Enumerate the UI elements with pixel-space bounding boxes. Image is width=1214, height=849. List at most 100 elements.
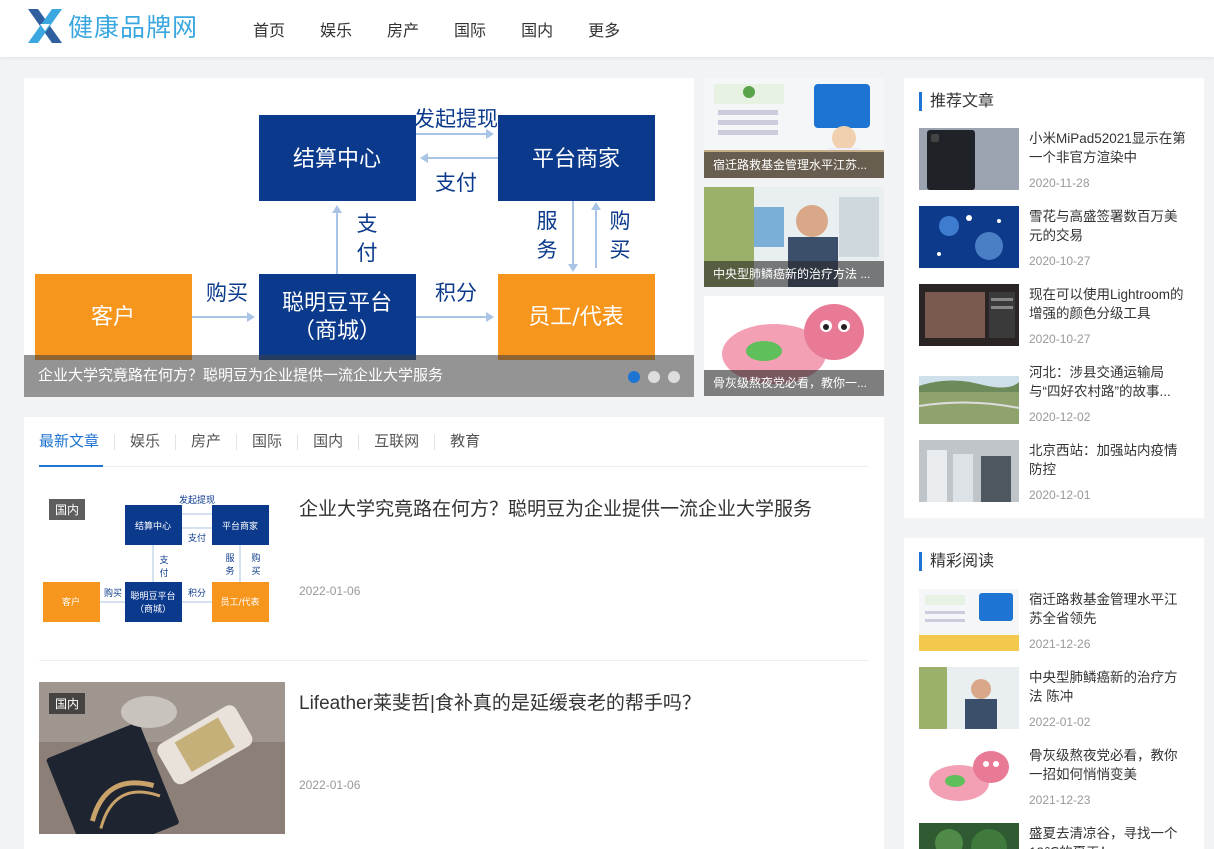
item-thumbnail[interactable] [919, 745, 1019, 807]
item-date: 2020-10-27 [1029, 332, 1091, 346]
svg-text:发起提现: 发起提现 [179, 494, 215, 506]
category-badge: 国内 [49, 499, 86, 520]
software-screenshot [919, 284, 1019, 346]
divider [39, 660, 869, 661]
list-item[interactable]: 中央型肺鳞癌新的治疗方法 陈冲 2022-01-02 [919, 667, 1194, 731]
item-title[interactable]: 雪花与高盛签署数百万美元的交易 [1029, 207, 1189, 245]
nav-home[interactable]: 首页 [253, 17, 285, 41]
list-item[interactable]: 骨灰级熬夜党必看，教你一招如何悄悄变美 2021-12-23 [919, 745, 1194, 809]
list-item[interactable]: 小米MiPad52021显示在第一个非官方渲染中 2020-11-28 [919, 128, 1194, 192]
tab-international[interactable]: 国际 [236, 433, 297, 450]
item-thumbnail[interactable] [919, 362, 1019, 424]
list-item[interactable]: 国内 Lifeather莱斐哲|食补真的是延缓衰老的帮手吗？ 2022-01-0… [39, 682, 869, 834]
item-title[interactable]: 盛夏去清凉谷，寻找一个18℃的夏天！ [1029, 824, 1189, 849]
item-thumbnail[interactable] [919, 206, 1019, 268]
article-date: 2022-01-06 [299, 584, 361, 598]
list-item[interactable]: 盛夏去清凉谷，寻找一个18℃的夏天！ [919, 823, 1194, 849]
site-header: 健康品牌网 首页 娱乐 房产 国际 国内 更多 [0, 0, 1214, 57]
svg-text:购: 购 [251, 552, 260, 564]
item-title[interactable]: 现在可以使用Lightroom的增强的颜色分级工具 [1029, 285, 1189, 323]
list-item[interactable]: 北京西站：加强站内疫情防控 2020-12-01 [919, 440, 1194, 504]
svg-text:服: 服 [537, 209, 558, 233]
slider-dot-2[interactable] [648, 371, 660, 383]
side-thumb-caption: 宿迁路救基金管理水平江苏... [704, 152, 884, 178]
svg-text:客户: 客户 [91, 305, 135, 330]
list-item[interactable]: 结算中心 平台商家 客户 聪明豆平台 （商城） 员工/代表 发起提现 支付 支 … [39, 488, 869, 640]
list-item[interactable]: 现在可以使用Lightroom的增强的颜色分级工具 2020-10-27 [919, 284, 1194, 348]
item-date: 2022-01-02 [1029, 715, 1091, 729]
article-title[interactable]: Lifeather莱斐哲|食补真的是延缓衰老的帮手吗？ [299, 688, 701, 715]
item-date: 2021-12-23 [1029, 793, 1091, 807]
svg-text:客户: 客户 [62, 596, 80, 608]
list-item[interactable]: 河北：涉县交通运输局与“四好农村路”的故事... 2020-12-02 [919, 362, 1194, 426]
slider-caption[interactable]: 企业大学究竟路在何方？聪明豆为企业提供一流企业大学服务 [24, 355, 694, 397]
item-thumbnail[interactable] [919, 284, 1019, 346]
item-date: 2020-11-28 [1029, 176, 1090, 190]
site-name: 健康品牌网 [68, 13, 199, 42]
nav-international[interactable]: 国际 [454, 17, 486, 41]
list-item[interactable]: 雪花与高盛签署数百万美元的交易 2020-10-27 [919, 206, 1194, 270]
nav-domestic[interactable]: 国内 [521, 17, 553, 41]
svg-text:结算中心: 结算中心 [135, 520, 171, 532]
svg-text:聪明豆平台: 聪明豆平台 [282, 291, 392, 316]
item-title[interactable]: 宿迁路救基金管理水平江苏全省领先 [1029, 590, 1189, 628]
svg-text:员工/代表: 员工/代表 [220, 596, 259, 608]
landscape-photo [919, 362, 1019, 424]
tab-education[interactable]: 教育 [434, 433, 495, 450]
svg-text:支付: 支付 [435, 171, 477, 195]
svg-text:（商城）: （商城） [293, 319, 381, 344]
side-thumb-caption: 中央型肺鳞癌新的治疗方法 ... [704, 261, 884, 287]
svg-text:积分: 积分 [435, 281, 477, 305]
active-tab-indicator [39, 465, 103, 467]
tab-realestate[interactable]: 房产 [175, 433, 236, 450]
item-thumbnail[interactable] [919, 128, 1019, 190]
slider-dot-3[interactable] [668, 371, 680, 383]
poster-image [919, 589, 1019, 651]
item-date: 2020-12-02 [1029, 410, 1091, 424]
svg-text:积分: 积分 [188, 587, 206, 599]
article-title[interactable]: 企业大学究竟路在何方？聪明豆为企业提供一流企业大学服务 [299, 494, 812, 521]
item-title[interactable]: 中央型肺鳞癌新的治疗方法 陈冲 [1029, 668, 1189, 706]
slider-dots [620, 371, 680, 383]
forest-photo [919, 823, 1019, 849]
site-logo[interactable]: 健康品牌网 [26, 6, 198, 46]
list-item[interactable]: 宿迁路救基金管理水平江苏全省领先 2021-12-26 [919, 589, 1194, 653]
side-thumb-caption: 骨灰级熬夜党必看，教你一... [704, 370, 884, 396]
svg-text:购买: 购买 [206, 281, 248, 305]
article-thumbnail[interactable]: 结算中心 平台商家 客户 聪明豆平台 （商城） 员工/代表 发起提现 支付 支 … [39, 488, 285, 640]
item-thumbnail[interactable] [919, 589, 1019, 651]
diagram-settlement-label: 结算中心 [293, 147, 381, 172]
side-thumb-2[interactable]: 中央型肺鳞癌新的治疗方法 ... [704, 187, 884, 287]
featured-panel: 精彩阅读 宿迁路救基金管理水平江苏全省领先 2021-12-26 中央型肺鳞癌新… [904, 538, 1204, 849]
nav-more[interactable]: 更多 [588, 17, 620, 41]
panel-title: 精彩阅读 [919, 552, 994, 571]
stomach-illustration [919, 745, 1019, 807]
svg-text:平台商家: 平台商家 [532, 147, 620, 172]
nav-realestate[interactable]: 房产 [387, 17, 419, 41]
item-title[interactable]: 小米MiPad52021显示在第一个非官方渲染中 [1029, 129, 1189, 167]
svg-text:买: 买 [251, 566, 260, 577]
tab-entertainment[interactable]: 娱乐 [114, 433, 175, 450]
slider-dot-1[interactable] [628, 371, 640, 383]
nav-entertainment[interactable]: 娱乐 [320, 17, 352, 41]
side-thumb-1[interactable]: 宿迁路救基金管理水平江苏... [704, 78, 884, 178]
item-thumbnail[interactable] [919, 823, 1019, 849]
station-photo [919, 440, 1019, 502]
side-thumb-3[interactable]: 骨灰级熬夜党必看，教你一... [704, 296, 884, 396]
item-title[interactable]: 北京西站：加强站内疫情防控 [1029, 441, 1189, 479]
main-nav: 首页 娱乐 房产 国际 国内 更多 [253, 0, 655, 57]
tab-internet[interactable]: 互联网 [358, 433, 434, 450]
tab-latest[interactable]: 最新文章 [39, 433, 114, 450]
svg-text:支: 支 [357, 212, 378, 236]
item-thumbnail[interactable] [919, 667, 1019, 729]
article-thumbnail[interactable]: 国内 [39, 682, 285, 834]
svg-text:务: 务 [225, 565, 234, 577]
item-thumbnail[interactable] [919, 440, 1019, 502]
svg-text:购: 购 [610, 209, 631, 233]
tab-domestic[interactable]: 国内 [297, 433, 358, 450]
hero-slider[interactable]: 结算中心 平台商家 客户 聪明豆平台 （商城） 员工/代表 发起提现 支付 支 … [24, 78, 694, 397]
item-title[interactable]: 骨灰级熬夜党必看，教你一招如何悄悄变美 [1029, 746, 1189, 784]
item-title[interactable]: 河北：涉县交通运输局与“四好农村路”的故事... [1029, 363, 1189, 401]
tablet-photo [919, 128, 1019, 190]
svg-text:购买: 购买 [104, 587, 122, 599]
